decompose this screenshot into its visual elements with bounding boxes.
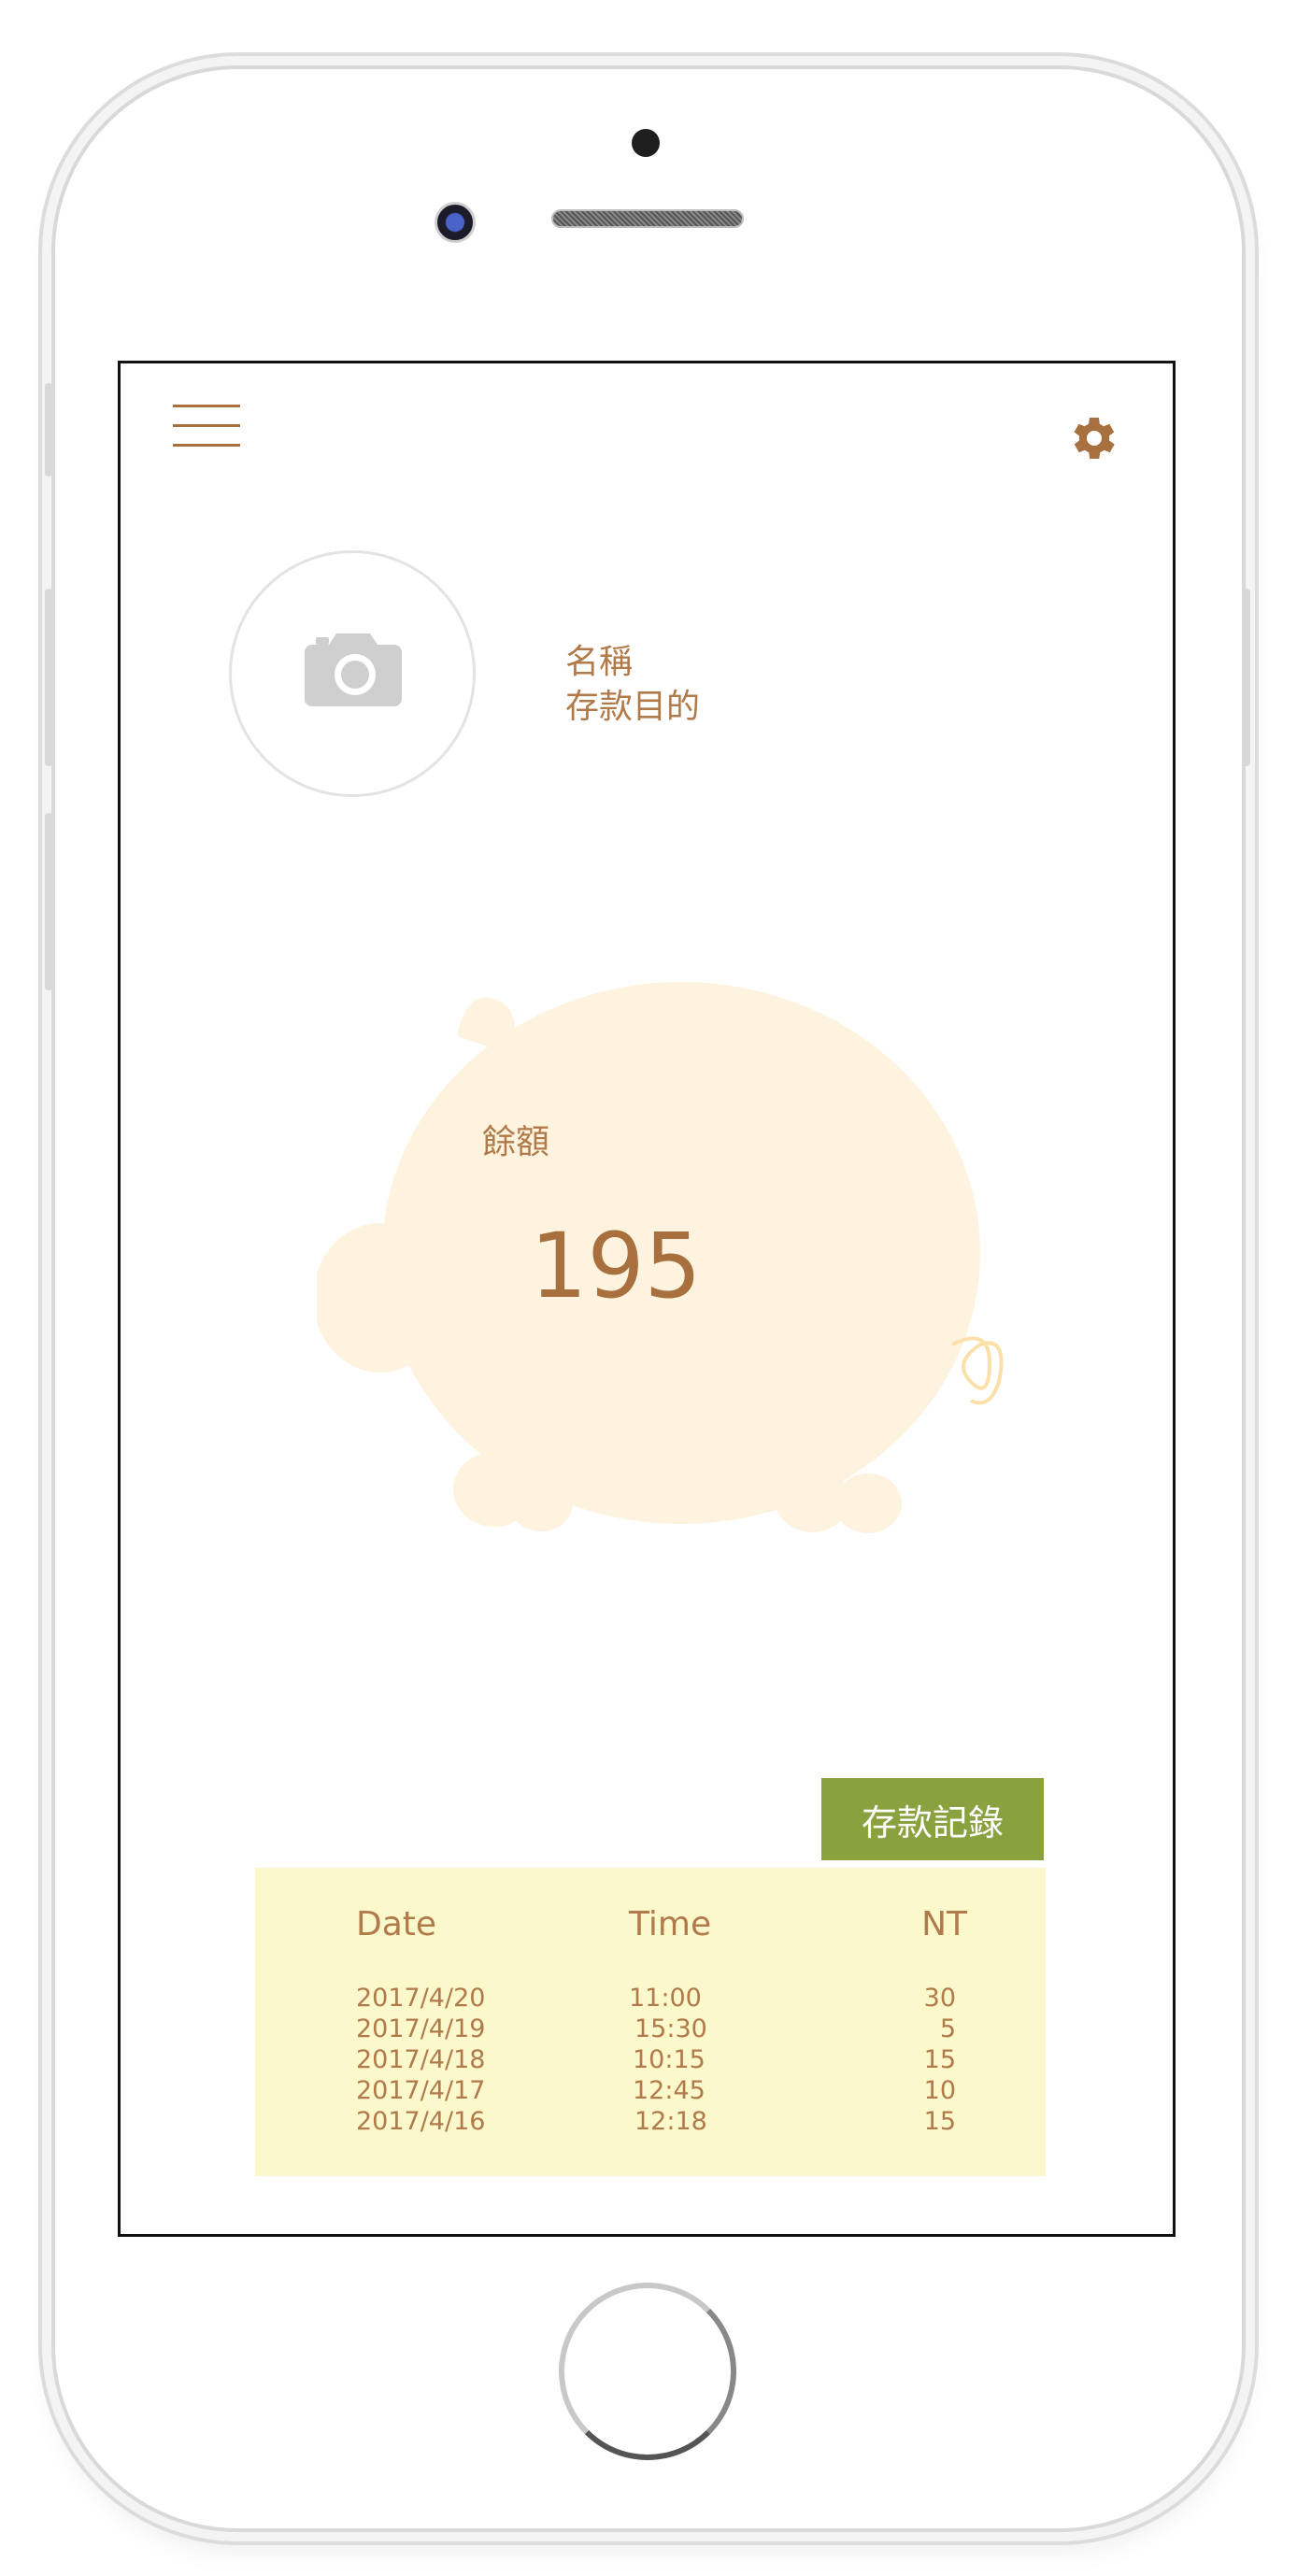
row-time: 12:18 (634, 2107, 707, 2136)
row-date: 2017/4/17 (356, 2076, 486, 2105)
phone-side-button (1243, 589, 1250, 766)
row-date: 2017/4/19 (356, 2014, 486, 2043)
row-amount: 5 (939, 2014, 956, 2043)
row-date: 2017/4/18 (356, 2045, 486, 2074)
row-amount: 30 (923, 1984, 956, 2013)
balance-label: 餘額 (482, 1123, 550, 1161)
deposit-records-button[interactable]: 存款記錄 (821, 1778, 1044, 1860)
phone-side-button (45, 589, 52, 766)
row-amount: 15 (923, 2107, 956, 2136)
earpiece-speaker (551, 209, 744, 228)
column-header-time: Time (629, 1905, 712, 1943)
row-time: 12:45 (633, 2076, 706, 2105)
phone-side-button (45, 813, 52, 990)
app-screen: 名稱 存款目的 餘額 195 存款記錄 Date Time NT 2017/4/… (118, 361, 1176, 2237)
row-date: 2017/4/20 (356, 1984, 486, 2013)
home-button[interactable] (559, 2283, 736, 2460)
deposit-records-table: Date Time NT 2017/4/20 11:00 30 2017/4/1… (255, 1868, 1046, 2176)
row-date: 2017/4/16 (356, 2107, 486, 2136)
camera-icon (305, 633, 402, 706)
column-header-date: Date (356, 1905, 437, 1943)
row-amount: 15 (923, 2045, 956, 2074)
hamburger-menu-icon[interactable] (173, 405, 240, 448)
row-time: 10:15 (633, 2045, 706, 2074)
profile-photo-button[interactable] (229, 550, 476, 797)
column-header-nt: NT (921, 1905, 967, 1943)
phone-side-button (45, 383, 52, 477)
row-time: 15:30 (634, 2014, 707, 2043)
front-sensor (632, 129, 660, 157)
saving-purpose-label[interactable]: 存款目的 (565, 679, 700, 728)
front-camera-lens (435, 202, 476, 243)
balance-value: 195 (530, 1214, 702, 1318)
gear-icon[interactable] (1066, 410, 1122, 466)
row-time: 11:00 (629, 1984, 702, 2013)
piggybank-name-label[interactable]: 名稱 (565, 634, 633, 683)
row-amount: 10 (923, 2076, 956, 2105)
